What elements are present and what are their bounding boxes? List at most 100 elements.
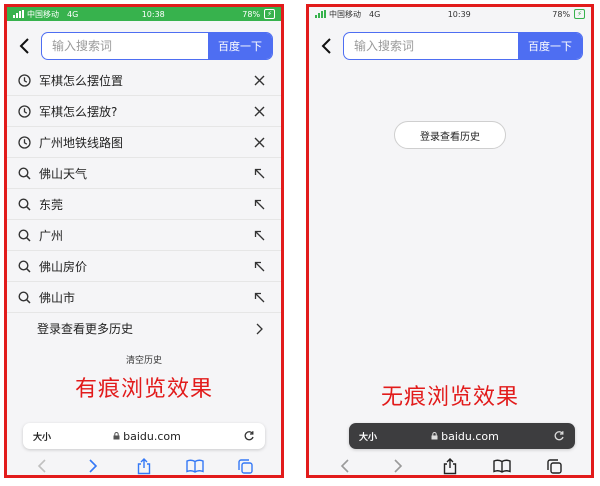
history-item-label: 广州 [39, 228, 64, 243]
search-icon [17, 290, 31, 304]
list-item[interactable]: 广州地铁线路图 [7, 127, 281, 158]
search-box: 百度一下 [41, 32, 273, 60]
share-icon [137, 457, 151, 474]
signal-icon [13, 10, 24, 18]
list-item[interactable]: 军棋怎么摆放? [7, 96, 281, 127]
search-box: 百度一下 [343, 32, 583, 60]
arrow-up-left-icon [254, 168, 265, 179]
text-size-button[interactable]: 大小 [33, 430, 51, 443]
normal-browsing-panel: 中国移动 4G 10:38 78% ⚡ 百度一下 军棋怎么摆位置军棋怎么摆放? 广… [4, 4, 284, 478]
search-bar: 百度一下 [7, 31, 281, 61]
private-browsing-panel: 中国移动 4G 10:39 78% ⚡ 百度一下 登录查看历史 无痕浏览效果 大… [306, 4, 594, 478]
arrow-up-left-icon [254, 199, 265, 210]
lock-icon [431, 432, 438, 440]
login-history-button[interactable]: 登录查看历史 [394, 121, 506, 149]
arrow-up-left-icon [254, 261, 265, 272]
book-icon [186, 459, 204, 473]
fill-query-button[interactable] [253, 167, 265, 179]
search-icon [17, 197, 31, 211]
battery-percent: 78% [552, 9, 571, 19]
url-text: baidu.com [123, 429, 181, 443]
tabs-icon [238, 458, 253, 474]
bookmarks-button[interactable] [186, 457, 204, 475]
search-input[interactable] [344, 33, 518, 59]
list-item[interactable]: 广州 [7, 220, 281, 251]
back-button[interactable] [15, 36, 35, 56]
network-label: 4G [67, 9, 79, 19]
address-bar[interactable]: 大小 baidu.com [23, 423, 265, 449]
book-icon [493, 459, 512, 473]
bookmarks-button[interactable] [493, 457, 512, 475]
back-button[interactable] [317, 36, 337, 56]
close-icon [254, 106, 265, 117]
delete-history-button[interactable] [253, 136, 265, 148]
more-history-link[interactable]: 登录查看更多历史 [7, 313, 281, 344]
delete-history-button[interactable] [253, 105, 265, 117]
url-display[interactable]: baidu.com [51, 430, 243, 443]
share-icon [443, 457, 457, 474]
battery-icon: ⚡ [264, 9, 275, 19]
browser-toolbar [7, 455, 281, 475]
lock-icon [113, 432, 120, 440]
search-icon [17, 259, 31, 273]
list-item[interactable]: 佛山市 [7, 282, 281, 313]
tabs-icon [547, 458, 562, 474]
list-item[interactable]: 军棋怎么摆位置 [7, 65, 281, 96]
arrow-up-left-icon [254, 230, 265, 241]
search-icon [17, 166, 31, 180]
fill-query-button[interactable] [253, 229, 265, 241]
history-item-label: 广州地铁线路图 [39, 135, 124, 150]
history-list: 军棋怎么摆位置 军棋怎么摆放? 广州地铁线路图佛山天气东莞广州佛山房价佛山市登录查看… [7, 65, 281, 344]
tabs-button[interactable] [237, 457, 255, 475]
list-item[interactable]: 佛山房价 [7, 251, 281, 282]
chevron-left-icon [321, 38, 331, 54]
fill-query-button[interactable] [253, 198, 265, 210]
close-icon [254, 75, 265, 86]
search-bar: 百度一下 [309, 31, 591, 61]
carrier-label: 中国移动 [27, 9, 59, 19]
clock-time: 10:39 [447, 9, 471, 19]
clock-icon [17, 135, 31, 149]
history-item-label: 佛山市 [39, 290, 76, 305]
url-text: baidu.com [441, 429, 499, 443]
back-nav-button[interactable] [336, 457, 354, 475]
fill-query-button[interactable] [253, 260, 265, 272]
address-bar[interactable]: 大小 baidu.com [349, 423, 575, 449]
chevron-left-icon [341, 459, 349, 473]
caption-normal: 有痕浏览效果 [74, 377, 213, 402]
search-button[interactable]: 百度一下 [518, 33, 582, 59]
search-icon [17, 228, 31, 242]
history-item-label: 军棋怎么摆放? [39, 104, 118, 119]
clock-icon [17, 104, 31, 118]
chevron-right-icon [253, 323, 265, 335]
signal-icon [315, 10, 326, 18]
search-button[interactable]: 百度一下 [208, 33, 272, 59]
list-item[interactable]: 佛山天气 [7, 158, 281, 189]
reload-icon[interactable] [243, 430, 255, 442]
status-bar: 中国移动 4G 10:38 78% ⚡ [7, 7, 281, 21]
forward-nav-button[interactable] [389, 457, 407, 475]
history-item-label: 佛山房价 [39, 259, 88, 274]
back-nav-button[interactable] [33, 457, 51, 475]
delete-history-button[interactable] [253, 74, 265, 86]
search-input[interactable] [42, 33, 208, 59]
clock-icon [17, 73, 31, 87]
clear-history-button[interactable]: 清空历史 [7, 353, 281, 366]
chevron-left-icon [38, 459, 46, 473]
fill-query-button[interactable] [253, 291, 265, 303]
share-button[interactable] [441, 457, 459, 475]
share-button[interactable] [135, 457, 153, 475]
reload-icon[interactable] [553, 430, 565, 442]
history-item-label: 东莞 [39, 197, 64, 212]
caption-private: 无痕浏览效果 [380, 385, 519, 410]
url-display[interactable]: baidu.com [377, 430, 553, 443]
battery-percent: 78% [242, 9, 261, 19]
list-item[interactable]: 东莞 [7, 189, 281, 220]
text-size-button[interactable]: 大小 [359, 430, 377, 443]
tabs-button[interactable] [546, 457, 564, 475]
history-item-label: 军棋怎么摆位置 [39, 73, 124, 88]
carrier-label: 中国移动 [329, 9, 361, 19]
forward-nav-button[interactable] [84, 457, 102, 475]
chevron-right-icon [89, 459, 98, 473]
more-history-label: 登录查看更多历史 [37, 322, 134, 336]
